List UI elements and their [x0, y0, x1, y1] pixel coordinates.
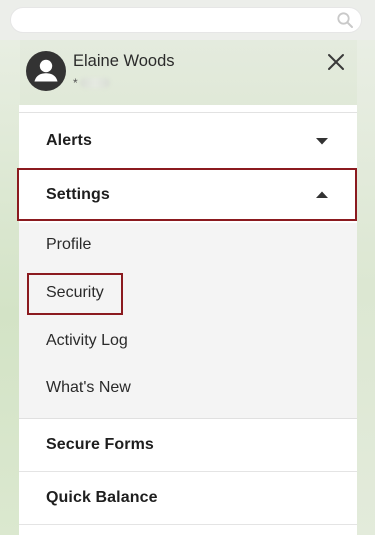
submenu-item-whats-new[interactable]: What's New	[46, 379, 131, 397]
settings-submenu: Profile Security Activity Log What's New	[19, 223, 357, 419]
menu-item-label: Quick Balance	[46, 489, 158, 506]
menu-item-secure-forms[interactable]: Secure Forms	[19, 418, 357, 472]
menu-item-label: Secure Forms	[46, 435, 154, 453]
search-icon[interactable]	[336, 11, 354, 29]
search-input[interactable]	[10, 7, 362, 33]
submenu-item-profile[interactable]: Profile	[46, 236, 91, 254]
navigation-menu: Alerts Settings Profile Security Activit…	[17, 105, 357, 535]
account-prefix: *	[73, 76, 78, 90]
menu-item-settings[interactable]: Settings	[19, 169, 357, 221]
blurred-account-digits	[79, 78, 110, 88]
user-header: Elaine Woods *	[0, 40, 375, 105]
background-left	[0, 40, 20, 535]
submenu-item-security[interactable]: Security	[46, 284, 104, 302]
menu-item-alerts[interactable]: Alerts	[19, 113, 357, 169]
submenu-item-activity-log[interactable]: Activity Log	[46, 332, 128, 350]
menu-item-label: Alerts	[46, 131, 92, 149]
close-icon	[328, 54, 344, 70]
menu-item-label: Settings	[46, 186, 110, 203]
close-button[interactable]	[324, 50, 348, 74]
background-right	[357, 40, 375, 535]
search-bar	[0, 0, 375, 40]
masked-account-number: *	[73, 76, 110, 90]
chevron-down-icon	[316, 137, 328, 144]
chevron-up-icon	[316, 191, 328, 198]
menu-item-quick-balance[interactable]: Quick Balance	[19, 472, 357, 525]
user-name: Elaine Woods	[73, 52, 175, 70]
user-avatar-icon	[26, 51, 66, 91]
